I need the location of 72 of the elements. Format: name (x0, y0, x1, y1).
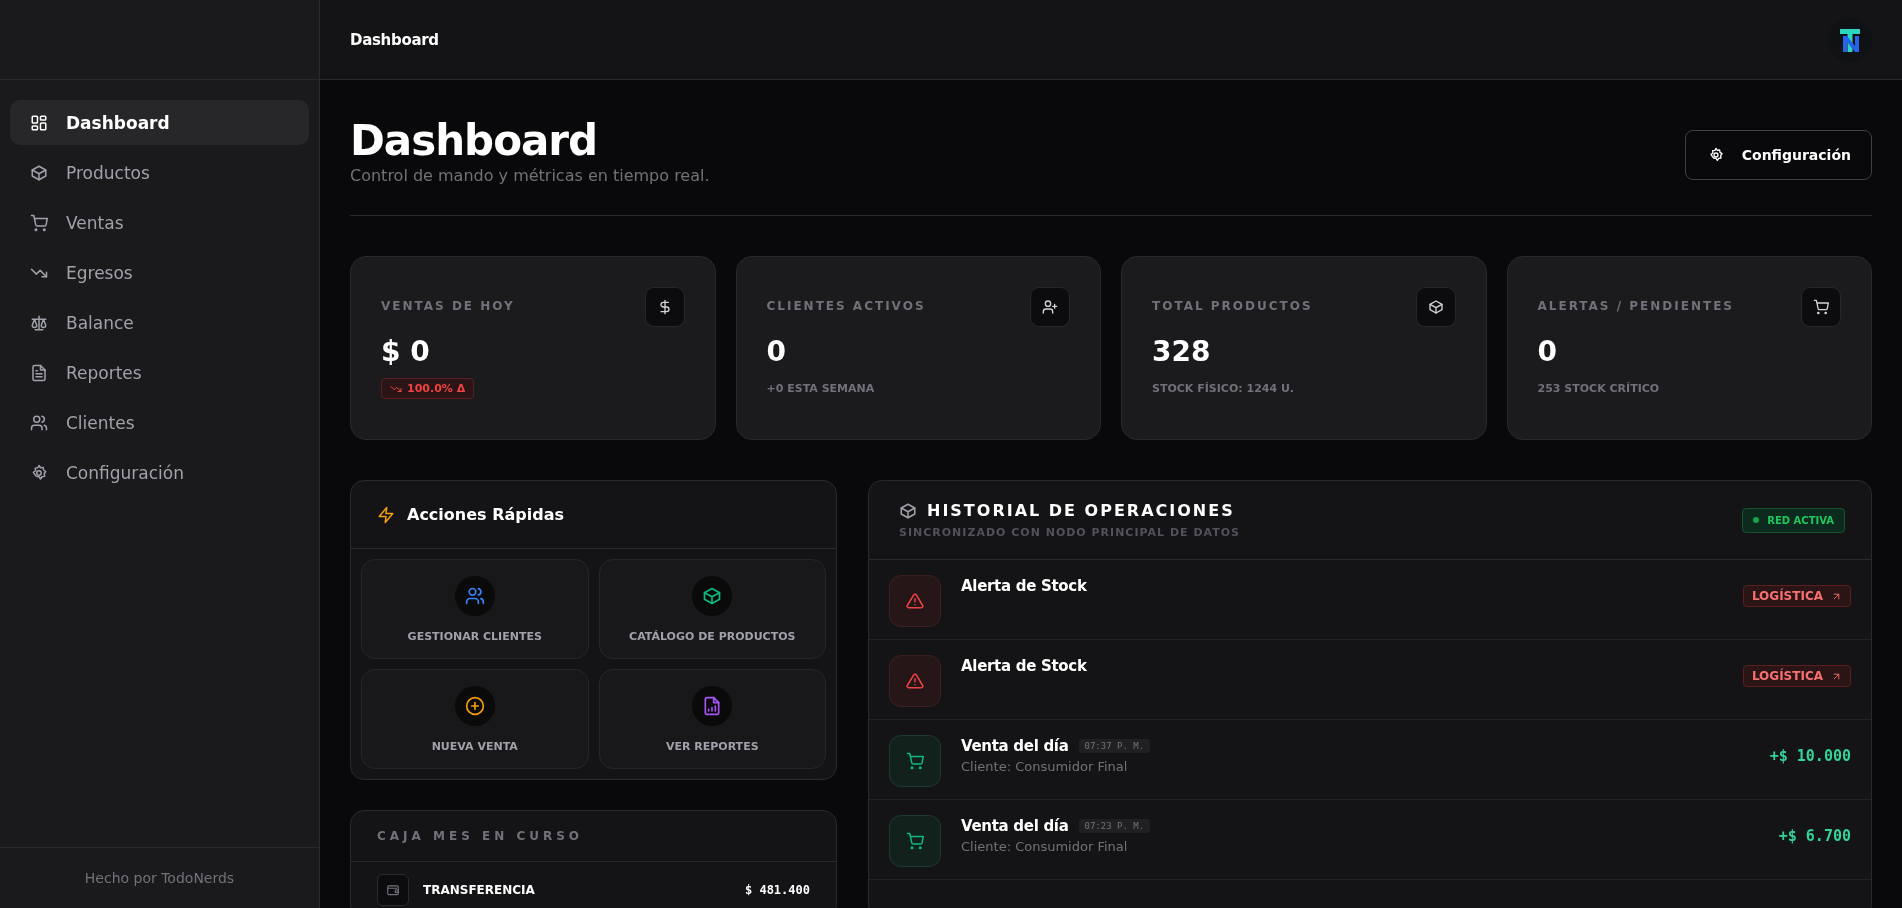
cart-icon (1813, 299, 1829, 316)
stat-value: $ 0 (381, 335, 431, 369)
quick-action-button[interactable]: NUEVA VENTA (361, 669, 589, 770)
grid-icon (30, 113, 48, 132)
stat-note: STOCK FÍSICO: 1244 U. (1152, 382, 1296, 396)
stat-value: 328 (1152, 335, 1212, 369)
category-tag[interactable]: LOGÍSTICA (1742, 585, 1851, 608)
page-title: Dashboard (350, 118, 599, 165)
cart-icon (906, 832, 924, 851)
box-icon (1427, 299, 1444, 316)
sidebar-item[interactable]: Egresos (10, 250, 309, 295)
sidebar-item[interactable]: Clientes (10, 400, 309, 445)
stat-value: 0 (1537, 335, 1558, 369)
stat-label: VENTAS DE HOY (381, 299, 515, 314)
scale-icon (30, 313, 48, 332)
amount-text: $ 481.400 (744, 883, 810, 898)
stat-note: 253 STOCK CRÍTICO (1537, 382, 1661, 396)
amount-text: +$ 6.700 (1778, 827, 1851, 846)
box-icon (702, 585, 723, 606)
cart-icon (30, 213, 48, 232)
box-icon (899, 501, 917, 520)
warning-icon (906, 672, 924, 691)
sidebar-item[interactable]: Dashboard (10, 100, 309, 145)
quick-action-button[interactable]: CATÁLOGO DE PRODUCTOS (598, 559, 826, 660)
sidebar-item[interactable]: Balance (10, 300, 309, 345)
cart-icon (906, 752, 924, 771)
client-text: Cliente: Consumidor Final (961, 839, 1129, 855)
plus-circle-icon (464, 695, 485, 716)
client-text: Cliente: Consumidor Final (961, 759, 1129, 775)
stat-label: CLIENTES ACTIVOS (766, 299, 926, 314)
sidebar-item[interactable]: Configuración (10, 450, 309, 495)
users-icon (30, 413, 48, 432)
sidebar-item[interactable]: Reportes (10, 350, 309, 395)
quick-action-button[interactable]: GESTIONAR CLIENTES (361, 559, 589, 660)
document-icon (30, 363, 48, 382)
operation-title: Alerta de Stock (961, 577, 1088, 596)
lightning-icon (377, 505, 395, 524)
header-title: Dashboard (350, 30, 439, 49)
stat-label: TOTAL PRODUCTOS (1152, 299, 1313, 314)
amount-text: +$ 10.000 (1769, 747, 1851, 766)
page-subtitle: Control de mando y métricas en tiempo real. (350, 166, 710, 186)
box-icon (30, 163, 48, 182)
category-tag[interactable]: LOGÍSTICA (1742, 665, 1851, 688)
operation-title: Venta del día (961, 737, 1069, 756)
users-icon (464, 585, 485, 606)
sidebar-item[interactable]: Productos (10, 150, 309, 195)
settings-icon (1707, 147, 1724, 163)
time-badge: 07:23 P. M. (1078, 819, 1151, 834)
time-badge: 07:37 P. M. (1078, 739, 1151, 754)
status-badge: RED ACTIVA (1742, 507, 1845, 533)
warning-icon (906, 592, 924, 611)
operation-title: Alerta de Stock (961, 657, 1088, 676)
sidebar-item[interactable]: Ventas (10, 200, 309, 245)
payment-method: TRANSFERENCIA (423, 883, 536, 898)
status-dot (1753, 517, 1760, 524)
settings-button[interactable]: Configuración (1684, 130, 1872, 180)
stat-value: 0 (766, 335, 787, 369)
card-title: Acciones Rápidas (407, 505, 564, 525)
stat-label: ALERTAS / PENDIENTES (1537, 299, 1734, 314)
user-plus-icon (1042, 299, 1058, 316)
quick-action-button[interactable]: VER REPORTES (598, 669, 826, 770)
card-subtitle: SINCRONIZADO CON NODO PRINCIPAL DE DATOS (899, 526, 1240, 540)
settings-icon (30, 463, 48, 482)
trend-badge: 100.0% Δ (381, 378, 475, 400)
wallet-icon (386, 883, 400, 898)
logo-icon[interactable] (1828, 17, 1872, 62)
footer-text: Hecho por TodoNerds (84, 870, 235, 886)
card-title: HISTORIAL DE OPERACIONES (927, 501, 1235, 521)
stat-note: +0 ESTA SEMANA (766, 382, 876, 396)
card-title: CAJA MES EN CURSO (351, 811, 836, 863)
chart-document-icon (702, 695, 723, 716)
operation-title: Venta del día (961, 817, 1069, 836)
